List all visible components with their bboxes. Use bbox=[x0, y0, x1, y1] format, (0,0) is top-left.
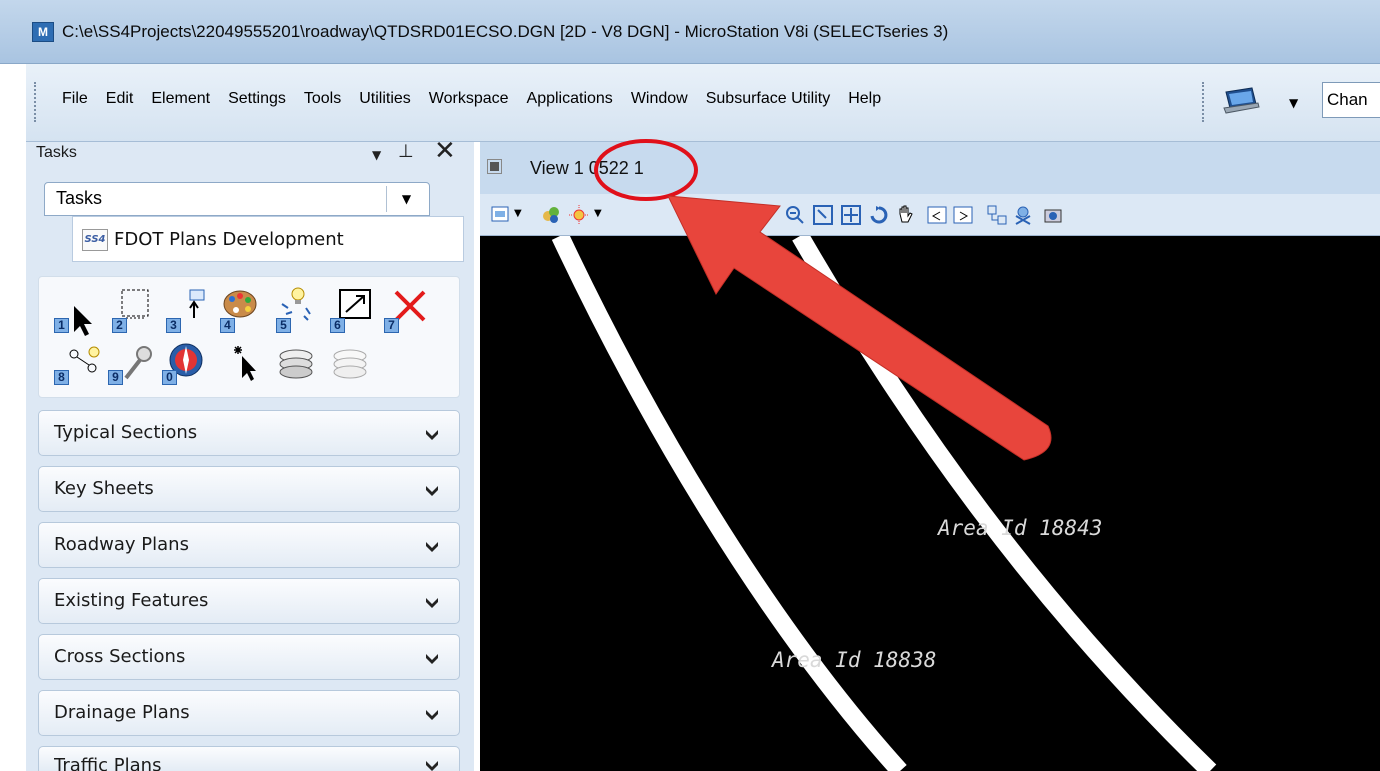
chevron-down-icon[interactable] bbox=[424, 482, 440, 498]
tool-number-badge: 3 bbox=[166, 318, 181, 333]
tool-number-badge: 6 bbox=[330, 318, 345, 333]
tool-number-badge: 2 bbox=[112, 318, 127, 333]
toolbar-separator bbox=[1202, 82, 1206, 122]
menu-window[interactable]: Window bbox=[622, 90, 697, 108]
chevron-down-icon[interactable] bbox=[424, 538, 440, 554]
window-title: C:\e\SS4Projects\22049555201\roadway\QTD… bbox=[62, 22, 949, 41]
chevron-down-icon[interactable]: ▼ bbox=[386, 186, 426, 212]
camera-icon[interactable] bbox=[1042, 204, 1064, 226]
workflow-label: FDOT Plans Development bbox=[114, 229, 344, 250]
chevron-down-icon[interactable]: ▼ bbox=[1289, 96, 1298, 110]
view-previous-icon[interactable] bbox=[926, 204, 948, 226]
view-menu-icon[interactable] bbox=[487, 159, 502, 174]
menu-subsurface-utility[interactable]: Subsurface Utility bbox=[697, 90, 840, 108]
section-label: Key Sheets bbox=[54, 478, 154, 499]
menu-file[interactable]: File bbox=[62, 90, 97, 108]
chevron-down-icon[interactable]: ▼ bbox=[594, 208, 616, 230]
area-id-label: Area Id 18838 bbox=[772, 648, 937, 672]
tool-number-badge: 9 bbox=[108, 370, 123, 385]
measure-icon[interactable] bbox=[118, 344, 158, 384]
menu-settings[interactable]: Settings bbox=[219, 90, 295, 108]
rotate-view-icon[interactable] bbox=[868, 204, 890, 226]
tool-number-badge: 5 bbox=[276, 318, 291, 333]
section-label: Cross Sections bbox=[54, 646, 186, 667]
close-icon[interactable]: ✕ bbox=[434, 136, 456, 166]
tasks-combo-label: Tasks bbox=[56, 188, 103, 208]
chevron-down-icon[interactable] bbox=[424, 757, 440, 771]
zoom-in-icon[interactable] bbox=[736, 204, 758, 226]
view-next-icon[interactable] bbox=[952, 204, 974, 226]
zoom-out-icon[interactable] bbox=[784, 204, 806, 226]
view-toggle-icon[interactable] bbox=[986, 204, 1008, 226]
chevron-down-icon[interactable] bbox=[424, 706, 440, 722]
tool-number-badge: 0 bbox=[162, 370, 177, 385]
view-attributes-icon[interactable] bbox=[490, 204, 512, 226]
tool-number-badge: 8 bbox=[54, 370, 69, 385]
section-label: Roadway Plans bbox=[54, 534, 189, 555]
menu-edit[interactable]: Edit bbox=[97, 90, 143, 108]
ss4-icon: SS4 bbox=[82, 229, 108, 251]
display-style-icon[interactable] bbox=[540, 204, 562, 226]
toolbar-grip[interactable] bbox=[34, 82, 38, 122]
laptop-view-icon[interactable] bbox=[1222, 86, 1260, 116]
menu-help[interactable]: Help bbox=[839, 90, 890, 108]
analyze-element-icon[interactable] bbox=[64, 344, 104, 384]
menu-tools[interactable]: Tools bbox=[295, 90, 350, 108]
panel-menu-arrow-icon[interactable]: ▼ bbox=[372, 148, 381, 162]
menu-workspace[interactable]: Workspace bbox=[420, 90, 518, 108]
area-id-label: Area Id 18843 bbox=[938, 516, 1103, 540]
clip-volume-icon[interactable] bbox=[1012, 204, 1034, 226]
tool-number-badge: 7 bbox=[384, 318, 399, 333]
chevron-down-icon[interactable] bbox=[424, 426, 440, 442]
lightbulb-sparkle-icon[interactable] bbox=[276, 282, 316, 322]
microstation-app-icon[interactable]: M bbox=[32, 22, 54, 42]
lighting-icon[interactable] bbox=[568, 204, 590, 226]
menu-element[interactable]: Element bbox=[142, 90, 219, 108]
toolbar-combo-box[interactable]: Chan bbox=[1322, 82, 1380, 118]
pan-view-icon[interactable] bbox=[894, 204, 916, 226]
section-label: Typical Sections bbox=[54, 422, 198, 443]
levels-off-icon[interactable] bbox=[330, 344, 370, 384]
chevron-down-icon[interactable]: ▼ bbox=[514, 208, 536, 230]
drawing-canvas[interactable]: Area Id 18843 Area Id 18838 bbox=[480, 236, 1380, 771]
chevron-down-icon[interactable] bbox=[424, 650, 440, 666]
view-title: View 1 0522 1 bbox=[530, 158, 644, 178]
select-sparkle-icon[interactable] bbox=[228, 344, 268, 384]
tool-number-badge: 1 bbox=[54, 318, 69, 333]
menu-utilities[interactable]: Utilities bbox=[350, 90, 420, 108]
window-area-icon[interactable] bbox=[812, 204, 834, 226]
chevron-down-icon[interactable] bbox=[424, 594, 440, 610]
menu-applications[interactable]: Applications bbox=[518, 90, 622, 108]
tool-number-badge: 4 bbox=[220, 318, 235, 333]
section-label: Drainage Plans bbox=[54, 702, 190, 723]
drawing-geometry bbox=[551, 236, 1217, 771]
pin-icon[interactable]: ⊥ bbox=[398, 141, 414, 162]
section-label: Traffic Plans bbox=[54, 755, 162, 771]
levels-icon[interactable] bbox=[276, 344, 316, 384]
section-label: Existing Features bbox=[54, 590, 209, 611]
roadway-line-right bbox=[792, 236, 1217, 771]
fit-view-icon[interactable] bbox=[840, 204, 862, 226]
main-menu: File Edit Element Settings Tools Utiliti… bbox=[62, 90, 890, 108]
tasks-panel-header: Tasks bbox=[36, 144, 77, 161]
